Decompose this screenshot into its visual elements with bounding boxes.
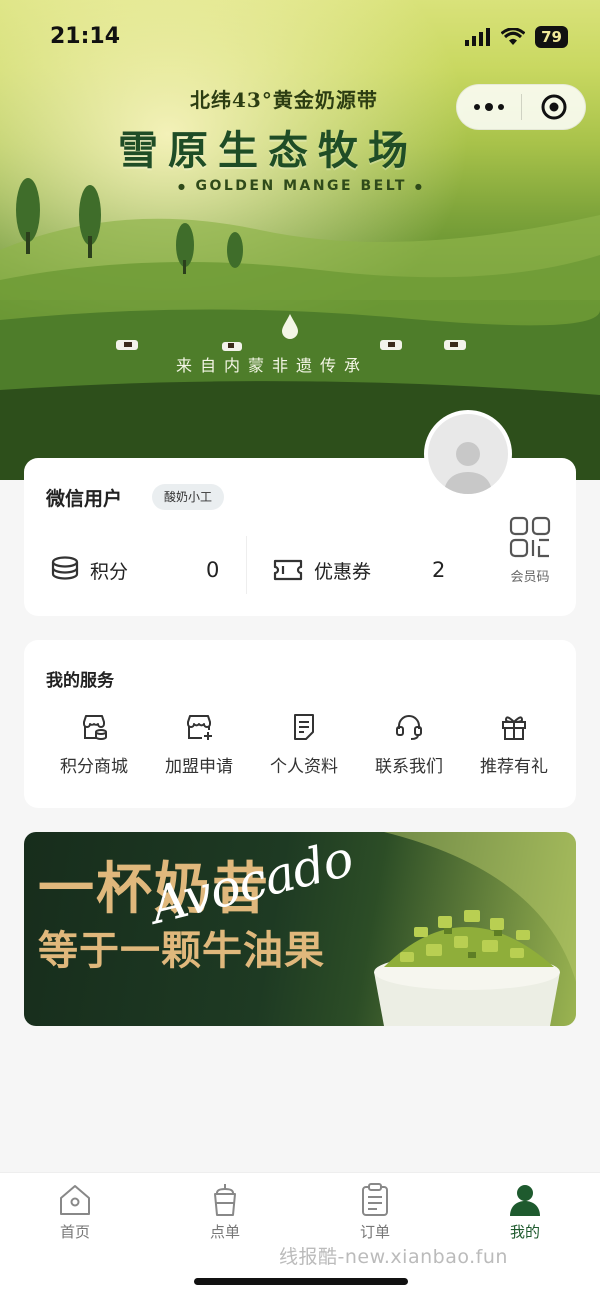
- tab-mine[interactable]: 我的: [480, 1183, 570, 1242]
- close-miniprogram-button[interactable]: [522, 84, 585, 130]
- user-icon: [510, 1185, 540, 1216]
- status-bar: 21:14 79: [0, 0, 600, 76]
- signal-icon: [465, 28, 491, 46]
- hero-subtitle: 北纬43°黄金奶源带: [190, 88, 378, 112]
- points-stat[interactable]: 积分 0: [50, 550, 240, 590]
- tab-label: 订单: [359, 1223, 390, 1241]
- tab-orders[interactable]: 订单: [330, 1183, 420, 1242]
- tab-label: 点单: [209, 1223, 240, 1241]
- home-indicator: [194, 1278, 408, 1285]
- hero-english-tagline: ● GOLDEN MANGE BELT ●: [178, 178, 425, 194]
- service-referral-gift[interactable]: 推荐有礼: [466, 712, 562, 777]
- wifi-icon: [501, 28, 526, 45]
- cup-icon: [214, 1184, 236, 1216]
- service-personal-info[interactable]: 个人资料: [256, 712, 352, 777]
- points-value: 0: [206, 558, 220, 582]
- order-icon: [362, 1183, 388, 1216]
- headset-icon: [396, 715, 422, 740]
- hero-slogan: 来自内蒙非遗传承: [176, 356, 369, 375]
- profile-doc-icon: [294, 714, 314, 740]
- service-franchise-apply[interactable]: 加盟申请: [151, 712, 247, 777]
- service-label: 推荐有礼: [480, 757, 548, 777]
- shop-add-icon: [187, 715, 212, 740]
- qr-code-icon: [509, 516, 551, 558]
- target-close-icon: [541, 94, 566, 120]
- gift-icon: [502, 716, 526, 740]
- member-code-button[interactable]: 会员码: [506, 516, 554, 585]
- user-level-badge: 酸奶小工: [152, 484, 225, 510]
- services-title: 我的服务: [46, 671, 114, 691]
- more-options-button[interactable]: [457, 84, 521, 130]
- tab-label: 我的: [509, 1223, 540, 1241]
- service-label: 联系我们: [375, 757, 443, 777]
- miniprogram-capsule: [456, 84, 586, 130]
- coupons-label: 优惠券: [314, 560, 372, 583]
- coupon-icon: [273, 559, 303, 581]
- hero-banner: 21:14 79 北纬43°黄金奶源带 雪原生态牧场 ● GOLDEN MANGE…: [0, 0, 600, 480]
- user-name: 微信用户: [46, 488, 123, 510]
- tab-label: 首页: [59, 1223, 90, 1241]
- promo-banner[interactable]: 一杯奶昔 等于一颗牛油果 Avocado: [24, 832, 576, 1026]
- service-contact-us[interactable]: 联系我们: [361, 712, 457, 777]
- status-time: 21:14: [50, 24, 121, 49]
- battery-indicator: 79: [535, 26, 568, 48]
- watermark: 线报酷-new.xianbao.fun: [279, 1246, 508, 1268]
- services-card: 我的服务 积分商城 加盟申请 个人资料 联系我们 推荐有礼: [24, 640, 576, 808]
- coins-icon: [51, 556, 79, 580]
- store-coin-icon: [83, 715, 107, 741]
- service-label: 个人资料: [270, 757, 338, 777]
- member-code-label: 会员码: [510, 570, 550, 585]
- home-icon: [60, 1185, 90, 1215]
- service-points-mall[interactable]: 积分商城: [46, 712, 142, 777]
- hero-title: 雪原生态牧场: [118, 128, 418, 174]
- coupons-value: 2: [432, 558, 446, 582]
- default-avatar-icon: [444, 442, 492, 494]
- hero-english-text: GOLDEN MANGE BELT: [195, 178, 407, 194]
- service-label: 加盟申请: [165, 757, 233, 777]
- service-label: 积分商城: [60, 757, 128, 777]
- avatar[interactable]: [424, 410, 512, 498]
- coupons-stat[interactable]: 优惠券 2: [272, 550, 472, 590]
- points-label: 积分: [90, 560, 129, 583]
- tab-home[interactable]: 首页: [30, 1183, 120, 1242]
- tab-order-menu[interactable]: 点单: [180, 1183, 270, 1242]
- stat-divider: [246, 536, 247, 594]
